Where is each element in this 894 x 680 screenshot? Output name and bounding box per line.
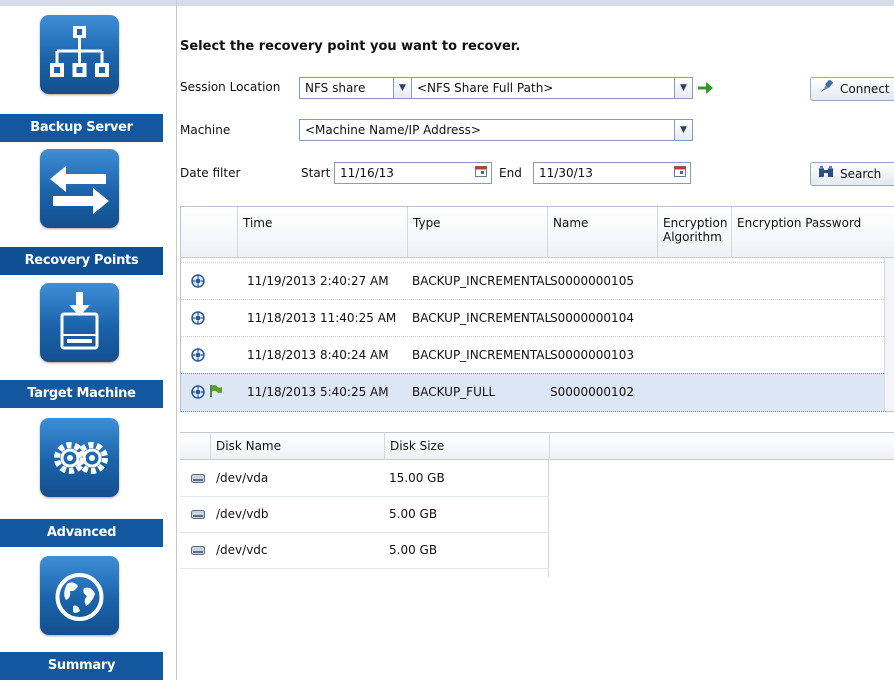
time-cell: 11/18/2013 5:40:25 AM	[247, 385, 389, 399]
type-cell: BACKUP_INCREMENTAL	[412, 348, 552, 362]
step-label: Advanced	[0, 519, 163, 547]
session-path-combo[interactable]: <NFS Share Full Path> ▼	[411, 77, 693, 99]
recovery-points-table: Time Type Name Encryption Algorithm Encr…	[180, 206, 894, 412]
calendar-icon[interactable]	[670, 163, 690, 183]
step-label: Recovery Points	[0, 247, 163, 275]
table-row[interactable]: 11/19/2013 2:40:27 AM BACKUP_INCREMENTAL…	[181, 262, 886, 300]
disk-name-cell: /dev/vdb	[216, 507, 269, 521]
start-date-value: 11/16/13	[340, 166, 394, 180]
end-label: End	[499, 166, 522, 180]
table-row-selected[interactable]: 11/18/2013 5:40:25 AM BACKUP_FULL S00000…	[181, 373, 886, 412]
column-header-time[interactable]: Time	[237, 207, 407, 257]
table-header: Time Type Name Encryption Algorithm Encr…	[181, 207, 894, 258]
end-date-value: 11/30/13	[539, 166, 593, 180]
disk-size-cell: 5.00 GB	[389, 543, 438, 557]
table-scrollbar[interactable]	[884, 258, 894, 411]
download-drive-icon	[40, 283, 119, 362]
page-title: Select the recovery point you want to re…	[180, 39, 521, 54]
name-cell: S0000000103	[550, 348, 634, 362]
session-type-value: NFS share	[305, 81, 366, 95]
machine-value: <Machine Name/IP Address>	[305, 123, 481, 137]
disk-size-cell: 5.00 GB	[389, 507, 438, 521]
column-header-type[interactable]: Type	[407, 207, 547, 257]
table-row[interactable]: /dev/vdb 5.00 GB	[180, 496, 549, 533]
table-row[interactable]: 11/18/2013 11:40:25 AM BACKUP_INCREMENTA…	[181, 299, 886, 337]
column-header-name[interactable]: Name	[547, 207, 657, 257]
disk-icon	[191, 474, 205, 483]
disk-name-cell: /dev/vdc	[216, 543, 268, 557]
search-button[interactable]: Search	[810, 162, 894, 186]
time-cell: 11/19/2013 2:40:27 AM	[247, 274, 389, 288]
disk-icon	[191, 510, 205, 519]
name-cell: S0000000105	[550, 274, 634, 288]
disk-icon	[191, 546, 205, 555]
network-tree-icon	[40, 15, 119, 94]
full-backup-flag-icon	[209, 384, 223, 398]
chevron-down-icon[interactable]: ▼	[674, 78, 692, 98]
recovery-point-icon	[191, 274, 205, 288]
connect-button[interactable]: Connect	[810, 77, 894, 101]
name-cell: S0000000104	[550, 311, 634, 325]
disk-table: Disk Name Disk Size /dev/vda 15.00 GB /d…	[180, 432, 894, 577]
top-divider	[0, 0, 894, 6]
name-cell: S0000000102	[550, 385, 634, 399]
column-header-encryption-algorithm[interactable]: Encryption Algorithm	[657, 207, 731, 257]
disk-table-header: Disk Name Disk Size	[180, 432, 894, 460]
column-header-disk-name[interactable]: Disk Name	[210, 433, 384, 460]
start-date-field[interactable]: 11/16/13	[334, 162, 492, 184]
table-row[interactable]: /dev/vdc 5.00 GB	[180, 532, 549, 569]
step-label: Target Machine	[0, 380, 163, 408]
date-filter-label: Date filter	[180, 166, 241, 180]
session-location-label: Session Location	[180, 80, 281, 94]
start-label: Start	[301, 166, 331, 180]
gears-icon	[40, 418, 119, 497]
swap-arrows-icon	[40, 149, 119, 228]
end-date-field[interactable]: 11/30/13	[533, 162, 691, 184]
time-cell: 11/18/2013 8:40:24 AM	[247, 348, 389, 362]
binoculars-icon	[818, 164, 834, 186]
step-label: Backup Server	[0, 114, 163, 142]
table-row[interactable]: /dev/vda 15.00 GB	[180, 460, 549, 497]
column-header-disk-size[interactable]: Disk Size	[384, 433, 549, 460]
disk-name-cell: /dev/vda	[216, 471, 269, 485]
table-row[interactable]: 11/18/2013 8:40:24 AM BACKUP_INCREMENTAL…	[181, 336, 886, 374]
machine-combo[interactable]: <Machine Name/IP Address> ▼	[299, 119, 693, 141]
session-path-value: <NFS Share Full Path>	[417, 81, 554, 95]
recovery-point-icon	[191, 385, 205, 399]
recovery-point-icon	[191, 348, 205, 362]
step-label: Summary	[0, 652, 163, 680]
chevron-down-icon[interactable]: ▼	[393, 78, 411, 98]
type-cell: BACKUP_FULL	[412, 385, 496, 399]
chevron-down-icon[interactable]: ▼	[674, 120, 692, 140]
type-cell: BACKUP_INCREMENTAL	[412, 274, 552, 288]
time-cell: 11/18/2013 11:40:25 AM	[247, 311, 397, 325]
content-divider	[176, 0, 177, 680]
globe-icon	[40, 556, 119, 635]
type-cell: BACKUP_INCREMENTAL	[412, 311, 552, 325]
wizard-sidebar: Backup Server Recovery Points Target Mac…	[0, 0, 894, 680]
column-header-encryption-password[interactable]: Encryption Password	[731, 207, 886, 257]
machine-label: Machine	[180, 123, 231, 137]
column-header-filler	[549, 433, 894, 460]
plug-icon	[818, 78, 834, 101]
go-arrow-icon[interactable]	[696, 80, 714, 96]
session-type-select[interactable]: NFS share ▼	[299, 77, 412, 99]
recovery-point-icon	[191, 311, 205, 325]
disk-size-cell: 15.00 GB	[389, 471, 445, 485]
calendar-icon[interactable]	[471, 163, 491, 183]
